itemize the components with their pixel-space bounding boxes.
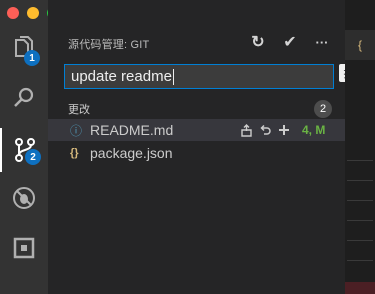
file-name: package.json xyxy=(90,145,173,161)
commit-message-text: update readme xyxy=(71,68,172,85)
commit-message-input[interactable]: update readme xyxy=(64,64,334,89)
activity-bar: 1 2 xyxy=(0,0,59,294)
editor-tab[interactable]: { xyxy=(345,30,375,60)
activity-extensions[interactable] xyxy=(0,226,48,270)
changes-count-badge: 2 xyxy=(314,100,332,118)
editor-line xyxy=(347,180,373,181)
json-tab-icon: { xyxy=(357,38,362,52)
open-file-icon[interactable] xyxy=(240,123,253,137)
close-window-button[interactable] xyxy=(7,7,19,19)
activity-source-control[interactable]: 2 xyxy=(0,128,48,172)
editor-line xyxy=(347,240,373,241)
panel-title: 源代码管理: GIT xyxy=(68,39,150,51)
activity-debug[interactable] xyxy=(0,176,48,220)
check-icon: ✔ xyxy=(283,34,297,51)
editor-line xyxy=(347,220,373,221)
editor-line xyxy=(347,200,373,201)
file-name: README.md xyxy=(90,122,174,138)
refresh-icon: ↻ xyxy=(251,34,265,51)
source-control-badge: 2 xyxy=(25,149,41,165)
diff-marker xyxy=(345,282,375,294)
bug-icon xyxy=(13,187,35,209)
json-icon: {} xyxy=(70,147,79,159)
more-actions-button[interactable]: ··· xyxy=(311,30,333,54)
activity-search[interactable] xyxy=(0,76,48,120)
text-caret xyxy=(172,68,174,85)
minimize-window-button[interactable] xyxy=(27,7,39,19)
editor-area: { xyxy=(345,0,375,294)
file-row-package-json[interactable]: {} package.json xyxy=(48,142,345,164)
discard-changes-icon[interactable] xyxy=(259,124,272,137)
activity-explorer[interactable]: 1 xyxy=(0,26,48,70)
file-row-actions xyxy=(240,123,290,137)
explorer-badge: 1 xyxy=(24,50,40,66)
ellipsis-icon: ··· xyxy=(315,34,329,50)
panel-actions: ↻ ✔ ··· xyxy=(247,30,333,54)
search-icon xyxy=(14,87,34,107)
editor-line xyxy=(347,260,373,261)
stage-changes-icon[interactable] xyxy=(278,124,290,136)
extensions-icon xyxy=(13,237,35,259)
source-control-panel: 源代码管理: GIT ↻ ✔ ··· update readme 提交 更改 2… xyxy=(48,0,370,294)
changes-section-header[interactable]: 更改 xyxy=(68,101,90,117)
refresh-button[interactable]: ↻ xyxy=(247,30,269,54)
commit-button[interactable]: ✔ xyxy=(279,30,301,54)
file-status: 4, M xyxy=(302,123,326,137)
editor-line xyxy=(347,160,373,161)
info-icon: ⓘ xyxy=(70,123,83,138)
file-row-readme[interactable]: ⓘ README.md 4, M xyxy=(48,119,345,141)
